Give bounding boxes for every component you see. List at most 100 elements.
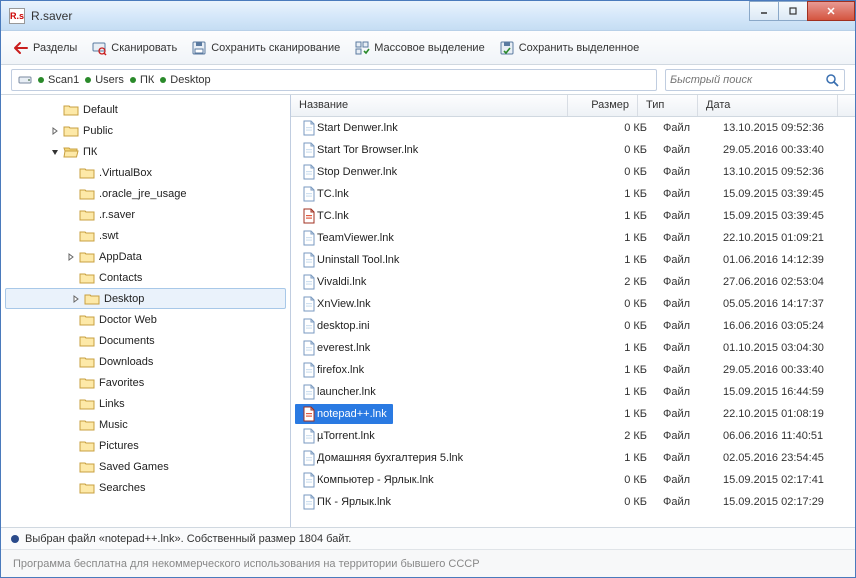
folder-icon: [79, 207, 95, 223]
tree-item[interactable]: Pictures: [1, 435, 290, 456]
col-header-size[interactable]: Размер: [568, 95, 638, 116]
list-row[interactable]: Компьютер - Ярлык.lnk0 КБФайл15.09.2015 …: [291, 469, 855, 491]
file-size: 0 КБ: [585, 122, 655, 134]
tree-item[interactable]: Searches: [1, 477, 290, 498]
tree-item[interactable]: Saved Games: [1, 456, 290, 477]
list-row[interactable]: ПК - Ярлык.lnk0 КБФайл15.09.2015 02:17:2…: [291, 491, 855, 513]
save-selected-button[interactable]: Сохранить выделенное: [499, 40, 640, 56]
breadcrumb-item[interactable]: Users: [85, 74, 124, 86]
file-type: Файл: [655, 320, 715, 332]
file-name: launcher.lnk: [317, 386, 376, 398]
search-box[interactable]: [665, 69, 845, 91]
save-icon: [191, 40, 207, 56]
file-date: 06.06.2016 11:40:51: [715, 430, 855, 442]
tree-label: Favorites: [99, 377, 144, 389]
file-size: 0 КБ: [585, 298, 655, 310]
tree-item[interactable]: Documents: [1, 330, 290, 351]
tree-item[interactable]: Desktop: [5, 288, 286, 309]
tree-item[interactable]: Public: [1, 120, 290, 141]
file-name: Start Denwer.lnk: [317, 122, 398, 134]
folder-icon: [79, 165, 95, 181]
list-row[interactable]: firefox.lnk1 КБФайл29.05.2016 00:33:40: [291, 359, 855, 381]
list-row[interactable]: TC.lnk1 КБФайл15.09.2015 03:39:45: [291, 183, 855, 205]
tree-item[interactable]: Doctor Web: [1, 309, 290, 330]
search-icon[interactable]: [824, 72, 840, 88]
list-row[interactable]: Vivaldi.lnk2 КБФайл27.06.2016 02:53:04: [291, 271, 855, 293]
breadcrumb-item[interactable]: Desktop: [160, 74, 210, 86]
col-header-date[interactable]: Дата: [698, 95, 838, 116]
tree-item[interactable]: Contacts: [1, 267, 290, 288]
list-row[interactable]: µTorrent.lnk2 КБФайл06.06.2016 11:40:51: [291, 425, 855, 447]
tree-label: Downloads: [99, 356, 153, 368]
toolbar: Разделы Сканировать Сохранить сканирован…: [1, 31, 855, 65]
scan-button[interactable]: Сканировать: [91, 40, 177, 56]
tree-item[interactable]: .swt: [1, 225, 290, 246]
list-row[interactable]: XnView.lnk0 КБФайл05.05.2016 14:17:37: [291, 293, 855, 315]
file-type: Файл: [655, 474, 715, 486]
file-type: Файл: [655, 232, 715, 244]
file-name: notepad++.lnk: [317, 408, 387, 420]
file-icon: [301, 164, 317, 180]
breadcrumb-item[interactable]: ПК: [130, 74, 154, 86]
tree-item[interactable]: .VirtualBox: [1, 162, 290, 183]
breadcrumb-label: ПК: [140, 74, 154, 86]
tree-item[interactable]: Links: [1, 393, 290, 414]
list-row[interactable]: TeamViewer.lnk1 КБФайл22.10.2015 01:09:2…: [291, 227, 855, 249]
expand-toggle-icon[interactable]: [49, 146, 61, 158]
file-icon: [301, 340, 317, 356]
tree-item[interactable]: Music: [1, 414, 290, 435]
tree-label: AppData: [99, 251, 142, 263]
maximize-button[interactable]: [778, 1, 808, 21]
file-date: 15.09.2015 02:17:29: [715, 496, 855, 508]
file-icon: [301, 208, 317, 224]
file-type: Файл: [655, 430, 715, 442]
dot-icon: [38, 77, 44, 83]
list-row[interactable]: notepad++.lnk1 КБФайл22.10.2015 01:08:19: [291, 403, 855, 425]
file-list[interactable]: Start Denwer.lnk0 КБФайл13.10.2015 09:52…: [291, 117, 855, 527]
file-size: 2 КБ: [585, 276, 655, 288]
list-row[interactable]: Start Denwer.lnk0 КБФайл13.10.2015 09:52…: [291, 117, 855, 139]
list-row[interactable]: TC.lnk1 КБФайл15.09.2015 03:39:45: [291, 205, 855, 227]
expand-toggle-icon[interactable]: [70, 293, 82, 305]
close-button[interactable]: [807, 1, 855, 21]
tree-item[interactable]: AppData: [1, 246, 290, 267]
file-date: 13.10.2015 09:52:36: [715, 166, 855, 178]
file-icon: [301, 362, 317, 378]
folder-icon: [79, 228, 95, 244]
file-type: Файл: [655, 210, 715, 222]
back-button[interactable]: Разделы: [13, 40, 77, 56]
list-row[interactable]: launcher.lnk1 КБФайл15.09.2015 16:44:59: [291, 381, 855, 403]
tree-item[interactable]: ПК: [1, 141, 290, 162]
col-header-type[interactable]: Тип: [638, 95, 698, 116]
minimize-button[interactable]: [749, 1, 779, 21]
file-date: 02.05.2016 23:54:45: [715, 452, 855, 464]
search-input[interactable]: [670, 74, 824, 86]
mass-select-button[interactable]: Массовое выделение: [354, 40, 484, 56]
file-type: Файл: [655, 144, 715, 156]
dot-icon: [160, 77, 166, 83]
tree-item[interactable]: .oracle_jre_usage: [1, 183, 290, 204]
folder-tree[interactable]: DefaultPublic ПК .VirtualBox.oracle_jre_us…: [1, 95, 291, 527]
tree-label: Desktop: [104, 293, 144, 305]
tree-item[interactable]: Default: [1, 99, 290, 120]
tree-item[interactable]: Favorites: [1, 372, 290, 393]
expand-toggle-icon[interactable]: [65, 251, 77, 263]
tree-item[interactable]: .r.saver: [1, 204, 290, 225]
list-row[interactable]: Домашняя бухгалтерия 5.lnk1 КБФайл02.05.…: [291, 447, 855, 469]
file-date: 22.10.2015 01:08:19: [715, 408, 855, 420]
list-row[interactable]: Stop Denwer.lnk0 КБФайл13.10.2015 09:52:…: [291, 161, 855, 183]
file-size: 1 КБ: [585, 386, 655, 398]
folder-icon: [79, 354, 95, 370]
list-row[interactable]: desktop.ini0 КБФайл16.06.2016 03:05:24: [291, 315, 855, 337]
breadcrumb-item[interactable]: Scan1: [38, 74, 79, 86]
list-row[interactable]: everest.lnk1 КБФайл01.10.2015 03:04:30: [291, 337, 855, 359]
list-row[interactable]: Uninstall Tool.lnk1 КБФайл01.06.2016 14:…: [291, 249, 855, 271]
tree-label: ПК: [83, 146, 97, 158]
col-header-name[interactable]: Название: [291, 95, 568, 116]
expand-toggle-icon[interactable]: [49, 125, 61, 137]
save-scan-button[interactable]: Сохранить сканирование: [191, 40, 340, 56]
save-scan-label: Сохранить сканирование: [211, 42, 340, 54]
list-row[interactable]: Start Tor Browser.lnk0 КБФайл29.05.2016 …: [291, 139, 855, 161]
window-title: R.saver: [31, 9, 750, 23]
tree-item[interactable]: Downloads: [1, 351, 290, 372]
